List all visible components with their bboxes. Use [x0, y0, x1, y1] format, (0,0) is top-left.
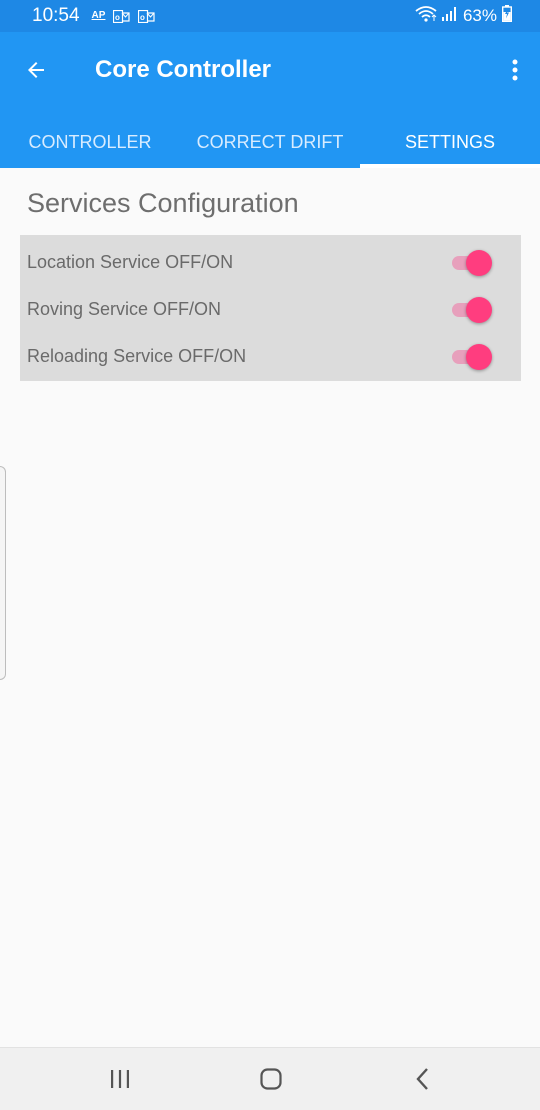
- more-vert-icon: [512, 59, 518, 81]
- tab-bar: CONTROLLER CORRECT DRIFT SETTINGS: [0, 116, 540, 168]
- tab-settings[interactable]: SETTINGS: [360, 116, 540, 168]
- recents-button[interactable]: [97, 1058, 143, 1100]
- nav-back-button[interactable]: [400, 1058, 446, 1100]
- outlook-icon: o: [113, 9, 131, 23]
- section-title: Services Configuration: [27, 188, 299, 218]
- battery-percent: 63%: [462, 6, 497, 25]
- tab-correct-drift[interactable]: CORRECT DRIFT: [180, 116, 360, 168]
- setting-label: Reloading Service OFF/ON: [27, 346, 247, 366]
- edge-panel-handle[interactable]: [0, 466, 6, 680]
- setting-row-roving: Roving Service OFF/ON: [20, 286, 521, 332]
- tab-controller[interactable]: CONTROLLER: [0, 116, 180, 168]
- signal-icon: [441, 6, 458, 26]
- svg-text:o: o: [140, 13, 145, 22]
- navigation-bar: [0, 1047, 540, 1110]
- switch-thumb: [466, 297, 492, 323]
- location-service-switch[interactable]: [450, 248, 494, 276]
- arrow-back-icon: [28, 62, 44, 78]
- roving-service-switch[interactable]: [450, 295, 494, 323]
- settings-panel: Location Service OFF/ON Roving Service O…: [20, 235, 521, 381]
- svg-text:o: o: [115, 13, 120, 22]
- reloading-service-switch[interactable]: [450, 342, 494, 370]
- overflow-menu-button[interactable]: [504, 52, 526, 88]
- tab-indicator: [360, 164, 540, 168]
- app-title: Core Controller: [95, 56, 272, 83]
- status-time: 10:54: [32, 5, 80, 26]
- notification-icons: AP o o: [91, 9, 156, 23]
- back-button[interactable]: [16, 52, 56, 88]
- battery-charging-icon: [501, 5, 513, 27]
- wifi-icon: [415, 5, 437, 27]
- setting-row-reloading: Reloading Service OFF/ON: [20, 333, 521, 379]
- status-right: 63%: [415, 5, 513, 27]
- back-icon: [416, 1068, 428, 1090]
- recents-icon: [111, 1070, 129, 1088]
- status-bar: 10:54 AP o o 63%: [0, 0, 540, 32]
- setting-label: Location Service OFF/ON: [27, 252, 234, 272]
- switch-thumb: [466, 250, 492, 276]
- home-button[interactable]: [248, 1058, 294, 1100]
- switch-thumb: [466, 344, 492, 370]
- ap-notification-icon: AP: [91, 10, 106, 21]
- app-bar: Core Controller CONTROLLER CORRECT DRIFT…: [0, 32, 540, 168]
- outlook-icon: o: [138, 9, 156, 23]
- setting-label: Roving Service OFF/ON: [27, 299, 222, 319]
- home-icon: [260, 1068, 282, 1090]
- setting-row-location: Location Service OFF/ON: [20, 239, 521, 285]
